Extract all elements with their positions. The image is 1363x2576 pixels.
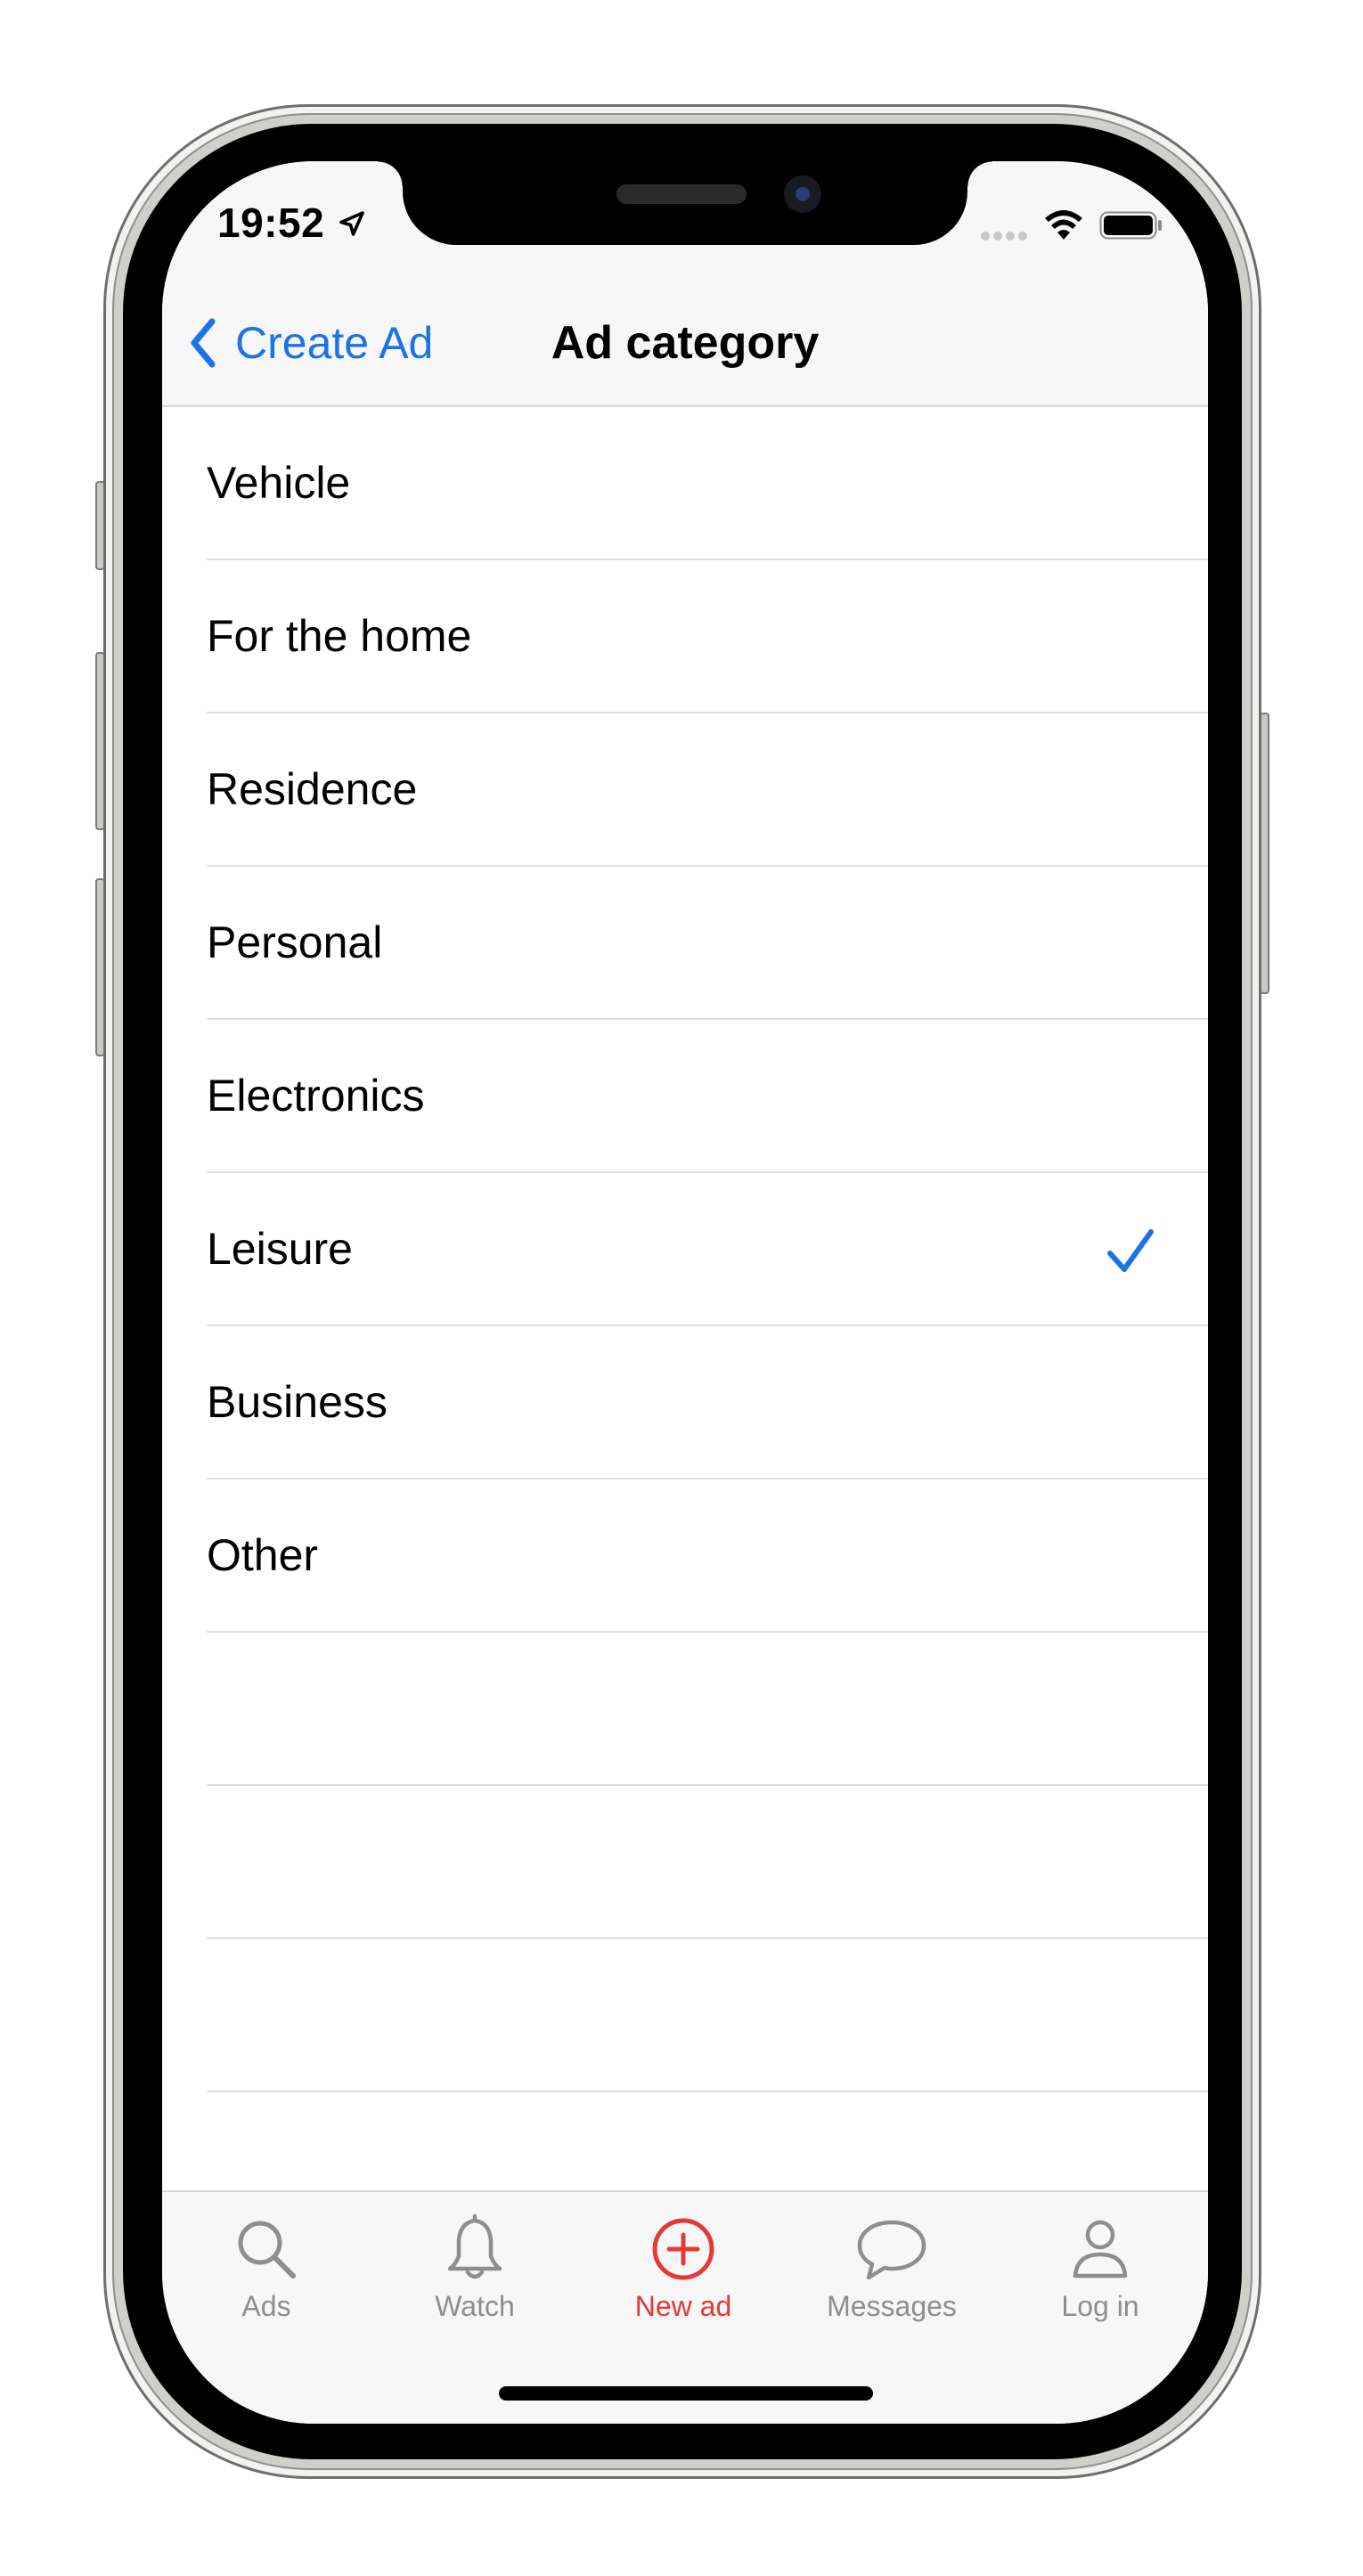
category-list: Vehicle For the home Residence Personal …: [162, 407, 1208, 2092]
category-row-business[interactable]: Business: [207, 1326, 1208, 1480]
category-row-vehicle[interactable]: Vehicle: [207, 407, 1208, 560]
bell-icon: [447, 2213, 502, 2279]
empty-row: [207, 1939, 1208, 2092]
notch: [378, 161, 992, 245]
wifi-icon: [1045, 210, 1082, 240]
person-icon: [1073, 2220, 1128, 2278]
category-row-for-the-home[interactable]: For the home: [207, 560, 1208, 713]
location-arrow-icon: [339, 211, 364, 236]
category-label: Other: [207, 1530, 319, 1580]
category-label: For the home: [207, 611, 472, 661]
tab-label: Log in: [1061, 2290, 1139, 2322]
tab-label: Messages: [827, 2290, 957, 2322]
tab-new-ad[interactable]: New ad: [579, 2192, 788, 2352]
tab-ads[interactable]: Ads: [162, 2192, 371, 2352]
category-label: Vehicle: [207, 458, 351, 508]
tab-messages[interactable]: Messages: [788, 2192, 996, 2352]
status-time: 19:52: [217, 200, 325, 246]
tab-label: New ad: [634, 2290, 732, 2322]
category-row-personal[interactable]: Personal: [207, 867, 1208, 1020]
page-title: Ad category: [551, 317, 820, 369]
chat-bubble-icon: [857, 2220, 926, 2280]
earpiece-speaker: [616, 184, 747, 204]
plus-circle-icon: [652, 2218, 714, 2280]
category-label: Electronics: [207, 1071, 425, 1121]
category-label: Leisure: [207, 1224, 353, 1274]
category-label: Personal: [207, 917, 383, 967]
screen: 19:52 Create Ad Ad category Vehicle For …: [162, 161, 1208, 2424]
category-row-electronics[interactable]: Electronics: [207, 1020, 1208, 1173]
category-label: Business: [207, 1377, 388, 1427]
checkmark-icon: [1107, 1229, 1154, 1272]
category-row-residence[interactable]: Residence: [207, 713, 1208, 867]
category-row-other[interactable]: Other: [207, 1480, 1208, 1633]
empty-row: [207, 1786, 1208, 1939]
category-row-leisure[interactable]: Leisure: [207, 1173, 1208, 1326]
search-icon: [238, 2221, 296, 2278]
empty-row: [207, 1633, 1208, 1786]
tab-watch[interactable]: Watch: [371, 2192, 579, 2352]
tab-log-in[interactable]: Log in: [996, 2192, 1204, 2352]
navigation-header: 19:52 Create Ad Ad category: [162, 161, 1208, 407]
tab-label: Ads: [241, 2290, 291, 2322]
front-camera: [784, 175, 821, 213]
category-label: Residence: [207, 764, 418, 814]
tab-label: Watch: [435, 2290, 515, 2322]
cellular-signal-icon: [981, 232, 1027, 240]
home-indicator[interactable]: [499, 2386, 873, 2401]
battery-icon: [1099, 211, 1162, 240]
